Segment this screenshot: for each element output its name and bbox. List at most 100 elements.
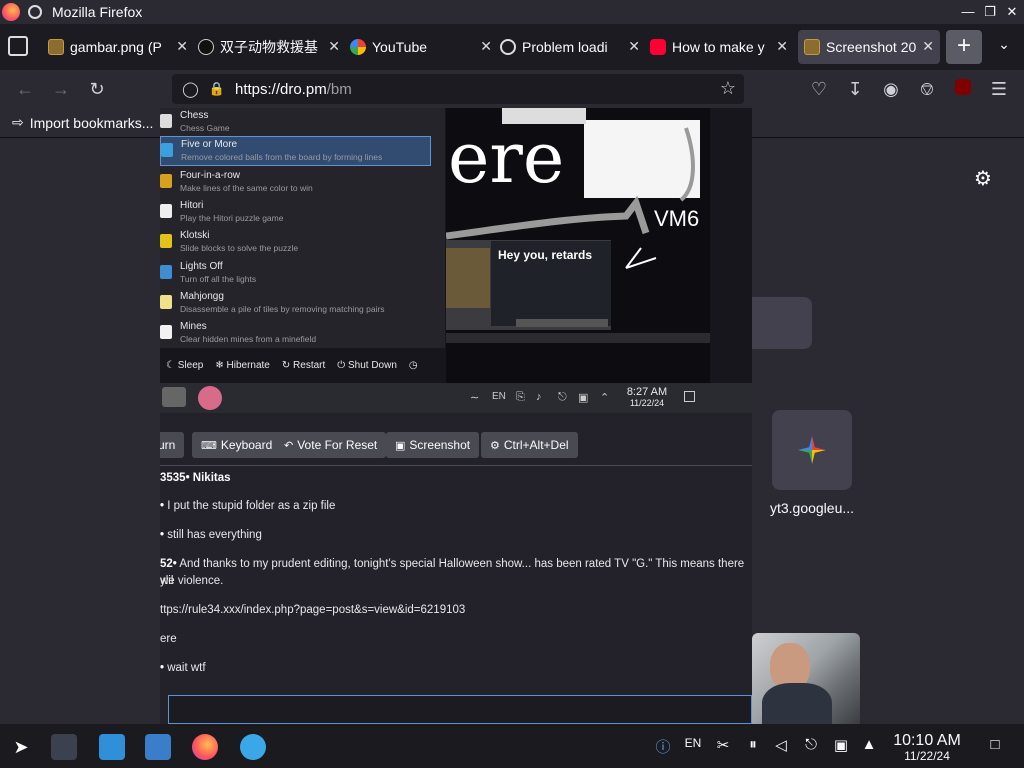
vm-lang-indicator[interactable]: EN [492,391,506,402]
menu-item-lights-off[interactable]: Lights Off Turn off all the lights [160,259,445,289]
discover-store-icon[interactable] [99,734,125,760]
tab-5[interactable]: How to make y ✕ [650,30,794,64]
forward-button[interactable]: → [50,78,72,100]
scissors-icon[interactable]: ✂ [712,736,734,754]
new-tab-button[interactable]: + [946,30,982,64]
screenshot-label: Screenshot [409,438,471,452]
system-settings-icon[interactable] [51,734,77,760]
klotski-icon [160,234,172,248]
speaker-icon[interactable]: ♪ [536,391,542,403]
menu-item-mahjongg[interactable]: Mahjongg Disassemble a pile of tiles by … [160,289,445,319]
keyboard-icon: ⌨ [201,439,217,452]
menu-item-four-in-a-row[interactable]: Four-in-a-row Make lines of the same col… [160,168,445,198]
close-tab-icon[interactable]: ✕ [328,38,340,55]
show-desktop-icon[interactable] [684,391,695,402]
info-icon[interactable]: ⓘ [652,736,674,757]
close-tab-icon[interactable]: ✕ [176,38,188,55]
screenshot-button[interactable]: ▣ Screenshot [386,432,480,458]
reload-button[interactable]: ↻ [86,78,108,100]
chevron-up-icon[interactable]: ⌃ [600,391,609,404]
youtube-icon [650,39,666,55]
panel-clock[interactable]: 10:10 AM 11/22/24 [884,732,970,763]
lock-icon[interactable]: 🔒 [209,81,225,97]
chat-input[interactable] [168,695,752,724]
keyboard-button[interactable]: ⌨ Keyboard [192,432,282,458]
url-host: https://dro.pm [234,80,327,98]
clock-icon[interactable]: ◷ [409,360,418,371]
minimize-button[interactable]: — [958,2,978,22]
shortcut-tile-partial[interactable] [752,297,812,349]
ctrl-alt-del-button[interactable]: ⚙ Ctrl+Alt+Del [481,432,578,458]
chevron-down-icon[interactable]: ⌄ [994,36,1014,56]
back-button[interactable]: ← [14,78,36,100]
menu-item-mines[interactable]: Mines Clear hidden mines from a minefiel… [160,319,445,349]
menu-item-five-or-more[interactable]: Five or More Remove colored balls from t… [160,136,431,166]
import-bookmarks-link[interactable]: ⇨ Import bookmarks... [12,114,153,131]
close-tab-icon[interactable]: ✕ [628,38,640,55]
firefox-taskbar-icon[interactable] [192,734,218,760]
usb-icon[interactable]: ⎋ [558,391,567,404]
usb-icon[interactable]: ⎋ [800,736,822,753]
tab-1[interactable]: gambar.png (P ✕ [48,30,194,64]
chevron-up-icon[interactable]: ▲ [858,736,880,753]
pin-icon[interactable] [28,5,42,19]
volume-icon[interactable] [162,387,186,407]
clipboard-icon[interactable]: ⎘ [516,391,525,404]
keyboard-layout-indicator[interactable]: EN [682,736,704,750]
tab-2[interactable]: 双子动物救援基 ✕ [198,30,346,64]
tab-4[interactable]: Problem loadi ✕ [500,30,646,64]
restart-label: Restart [293,359,326,371]
close-tab-icon[interactable]: ✕ [776,38,788,55]
shield-icon[interactable]: ◯ [182,80,199,98]
tab-label: gambar.png (P [70,39,162,55]
tab-6-active[interactable]: Screenshot 20 ✕ [798,30,940,64]
vote-reset-button[interactable]: ↶ Vote For Reset [275,432,387,458]
menu-icon[interactable]: ☰ [988,78,1010,100]
close-tab-icon[interactable]: ✕ [480,38,492,55]
tab-list-icon[interactable] [8,36,28,56]
close-tab-icon[interactable]: ✕ [922,38,934,55]
url-bar[interactable]: ◯ 🔒 https://dro.pm/bm ☆ [172,74,744,104]
app-launcher-icon[interactable]: ➤ [8,734,34,760]
menu-item-chess[interactable]: Chess Chess Game [160,108,445,138]
gear-icon[interactable]: ⚙ [972,168,994,190]
close-window-button[interactable]: ✕ [1002,2,1022,22]
tab-3[interactable]: YouTube ✕ [350,30,498,64]
shutdown-button[interactable]: ⏻ Shut Down [337,360,397,371]
menu-item-hitori[interactable]: Hitori Play the Hitori puzzle game [160,198,445,228]
shortcut-tile-google[interactable] [772,410,852,490]
hitori-icon [160,204,172,218]
restart-button[interactable]: ↻ Restart [282,360,325,371]
volume-icon[interactable]: ◁ [770,736,792,754]
menu-desc: Play the Hitori puzzle game [180,213,284,223]
account-icon[interactable]: ◉ [880,78,902,100]
url-text[interactable]: https://dro.pm/bm [235,81,352,98]
rss-icon[interactable]: ∼ [470,391,479,404]
network-icon[interactable]: ▣ [578,391,588,404]
sleep-button[interactable]: ☾ Sleep [166,360,203,371]
firefox-icon [2,3,20,21]
network-icon[interactable]: ▣ [830,736,852,754]
turn-button[interactable]: urn [160,432,185,458]
chat-text[interactable]: ttps://rule34.xxx/index.php?page=post&s=… [160,604,465,616]
bookmark-star-icon[interactable]: ☆ [720,78,736,99]
pause-icon[interactable]: ⏸ [742,736,764,753]
extensions-icon[interactable]: ⎊ [916,78,938,100]
ublock-icon[interactable] [952,78,974,100]
banner-text: Hey you, retards [498,248,593,262]
shoulders-shape [762,683,832,724]
vm-clock[interactable]: 8:27 AM 11/22/24 [622,387,672,409]
menu-desc: Make lines of the same color to win [180,183,313,193]
chat-text: I put the stupid folder as a zip file [167,500,336,512]
vpn-app-icon[interactable] [240,734,266,760]
show-desktop-icon[interactable]: □ [984,736,1006,753]
app-icon[interactable] [198,386,222,410]
file-manager-icon[interactable] [145,734,171,760]
maximize-button[interactable]: ❐ [980,2,1000,22]
hibernate-button[interactable]: ❄ Hibernate [215,360,270,371]
pocket-icon[interactable]: ♡ [808,78,830,100]
panel-time: 10:10 AM [893,732,961,749]
chat-message[interactable]: ttps://rule34.xxx/index.php?page=post&s=… [160,602,752,619]
downloads-icon[interactable]: ↧ [844,78,866,100]
menu-item-klotski[interactable]: Klotski Slide blocks to solve the puzzle [160,228,445,258]
